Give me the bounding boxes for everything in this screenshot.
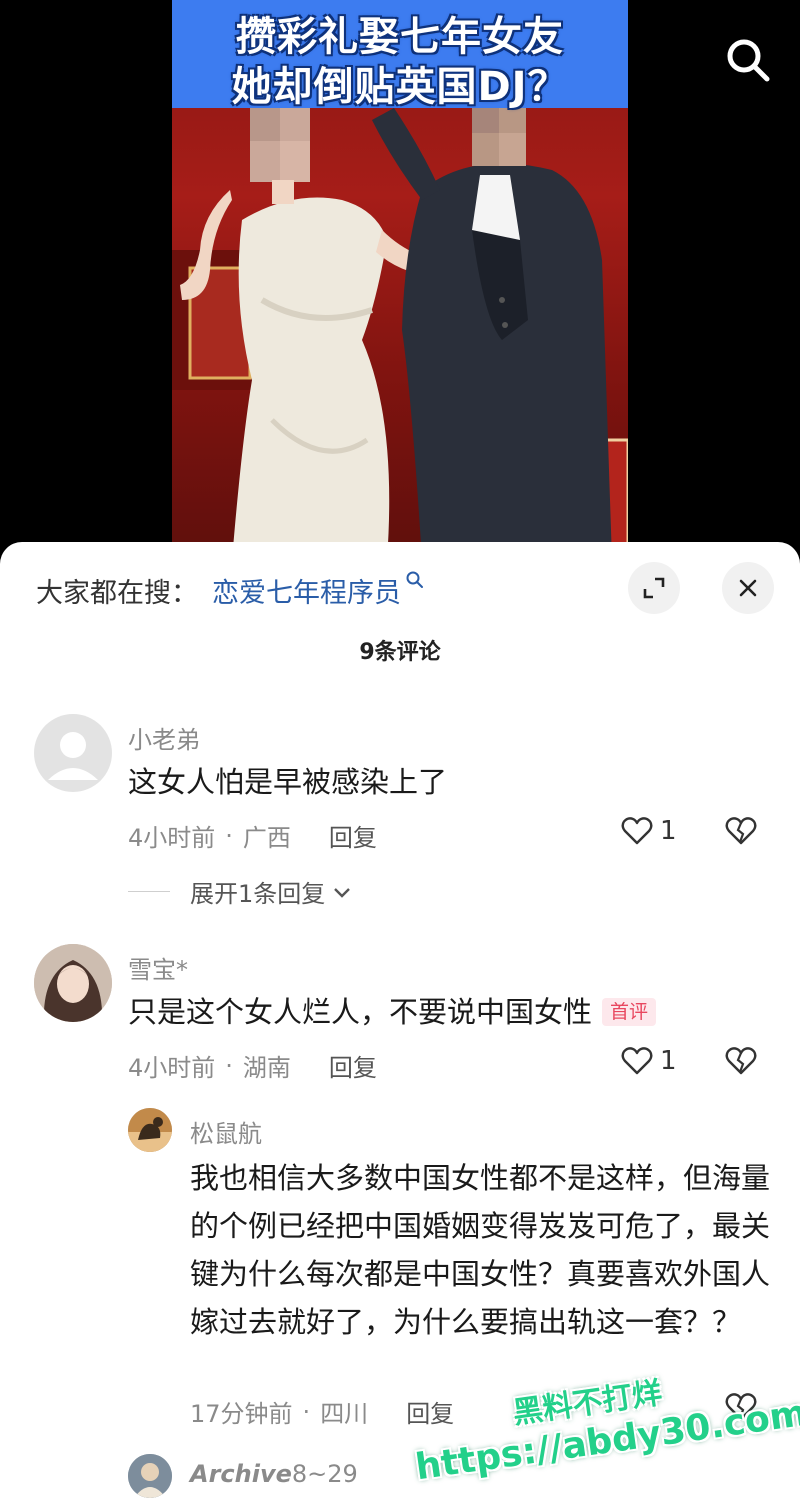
close-icon bbox=[739, 579, 757, 597]
comment-text-content: 只是这个女人烂人，不要说中国女性 bbox=[128, 995, 593, 1029]
heart-icon bbox=[621, 1047, 653, 1075]
search-button[interactable] bbox=[722, 34, 774, 86]
comment-time: 4小时前 bbox=[128, 824, 216, 852]
comment-sheet: 大家都在搜： 恋爱七年程序员 9条评论 小老弟 这女人怕是早被感染上了 4小时前… bbox=[0, 542, 800, 1508]
user-photo-avatar bbox=[128, 1454, 172, 1498]
user-photo-avatar bbox=[34, 944, 112, 1022]
reply-button[interactable]: 回复 bbox=[329, 1048, 377, 1083]
reply-button[interactable]: 回复 bbox=[406, 1394, 454, 1429]
reply-username-suffix: 8~29 bbox=[291, 1460, 358, 1488]
avatar[interactable] bbox=[34, 944, 112, 1022]
reply-time: 17分钟前 bbox=[190, 1400, 293, 1428]
search-hint-link[interactable]: 恋爱七年程序员 bbox=[212, 571, 401, 610]
dislike-button[interactable] bbox=[724, 814, 758, 852]
expand-icon bbox=[643, 577, 665, 599]
reply-text: 我也相信大多数中国女性都不是这样，但海量的个例已经把中国婚姻变得岌岌可危了，最关… bbox=[190, 1161, 771, 1339]
reply-username[interactable]: 松鼠航 bbox=[190, 1114, 262, 1149]
avatar[interactable] bbox=[34, 714, 112, 792]
squirrel-avatar bbox=[128, 1108, 172, 1152]
heart-icon bbox=[621, 817, 653, 845]
default-avatar-icon bbox=[48, 732, 98, 780]
comment-location: 湖南 bbox=[242, 1054, 291, 1082]
comment-location: 广西 bbox=[242, 824, 291, 852]
reply-button[interactable]: 回复 bbox=[329, 818, 377, 853]
comment-meta: 4小时前 · 广西 回复 bbox=[128, 818, 377, 853]
comment-username[interactable]: 雪宝* bbox=[128, 950, 188, 985]
comment-text: 只是这个女人烂人，不要说中国女性 首评 bbox=[128, 988, 768, 1036]
comment-username[interactable]: 小老弟 bbox=[128, 720, 200, 755]
expand-replies-button[interactable]: 展开1条回复 bbox=[128, 874, 353, 909]
avatar[interactable] bbox=[128, 1454, 172, 1498]
comment-meta: 4小时前 · 湖南 回复 bbox=[128, 1048, 377, 1083]
like-count: 1 bbox=[660, 1046, 677, 1076]
expand-button[interactable] bbox=[628, 562, 680, 614]
like-count: 1 bbox=[660, 816, 677, 846]
reply-username[interactable]: Archive8~29 bbox=[190, 1460, 358, 1488]
meta-separator: · bbox=[225, 821, 233, 850]
comment-text: 这女人怕是早被感染上了 bbox=[128, 765, 448, 799]
broken-heart-icon bbox=[725, 1047, 757, 1075]
meta-separator: · bbox=[225, 1051, 233, 1080]
meta-separator: · bbox=[302, 1397, 311, 1426]
video-player[interactable]: 攒彩礼娶七年女友 她却倒贴英国DJ？ bbox=[0, 0, 800, 560]
video-headline-line2: 她却倒贴英国DJ？ bbox=[231, 64, 569, 110]
dislike-button[interactable] bbox=[724, 1044, 758, 1082]
divider-line bbox=[128, 891, 170, 892]
search-hint-row: 大家都在搜： 恋爱七年程序员 bbox=[36, 570, 425, 610]
expand-replies-label: 展开1条回复 bbox=[190, 880, 326, 908]
comment-count: 9条评论 bbox=[359, 640, 441, 665]
reply-meta: 17分钟前 · 四川 回复 bbox=[190, 1394, 454, 1429]
small-search-icon bbox=[406, 571, 423, 588]
comment-time: 4小时前 bbox=[128, 1054, 216, 1082]
like-button[interactable]: 1 bbox=[620, 1044, 677, 1078]
chevron-down-icon bbox=[334, 887, 351, 898]
first-comment-badge: 首评 bbox=[602, 998, 657, 1026]
like-button[interactable]: 1 bbox=[620, 814, 677, 848]
reply-username-main: Archive bbox=[190, 1460, 292, 1488]
close-button[interactable] bbox=[722, 562, 774, 614]
broken-heart-icon bbox=[725, 817, 757, 845]
avatar[interactable] bbox=[128, 1108, 172, 1152]
reply-location: 四川 bbox=[320, 1400, 369, 1428]
search-icon bbox=[727, 39, 770, 82]
search-hint-label: 大家都在搜： bbox=[36, 577, 198, 609]
